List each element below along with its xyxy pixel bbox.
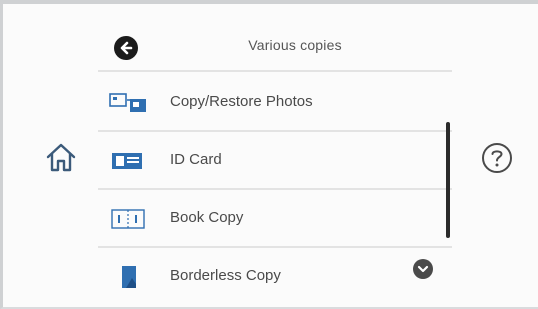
id-card-icon [112,153,142,169]
home-icon [46,143,76,172]
list-item-borderless-copy[interactable]: Borderless Copy [98,248,452,304]
header: Various copies [98,24,452,72]
scrollbar[interactable] [446,122,450,238]
list-item-copy-restore-photos[interactable]: Copy/Restore Photos [98,74,452,132]
list-item-id-card[interactable]: ID Card [98,132,452,190]
scroll-down-button[interactable] [413,259,433,279]
list-item-book-copy[interactable]: Book Copy [98,190,452,248]
help-icon [482,143,512,173]
borderless-copy-icon [122,266,136,288]
copy-options-list: Copy/Restore Photos ID Card Book Copy Bo… [98,74,452,304]
home-button[interactable] [44,140,78,174]
chevron-down-icon [417,265,429,273]
back-arrow-icon [120,41,133,55]
back-button[interactable] [114,36,138,60]
list-item-label: ID Card [170,151,222,168]
help-button[interactable] [480,141,514,175]
list-item-label: Borderless Copy [170,267,281,284]
photo-copy-icon [109,93,146,112]
book-copy-icon [111,209,145,229]
list-item-label: Copy/Restore Photos [170,93,313,110]
list-item-label: Book Copy [170,209,244,226]
page-title: Various copies [248,37,342,53]
